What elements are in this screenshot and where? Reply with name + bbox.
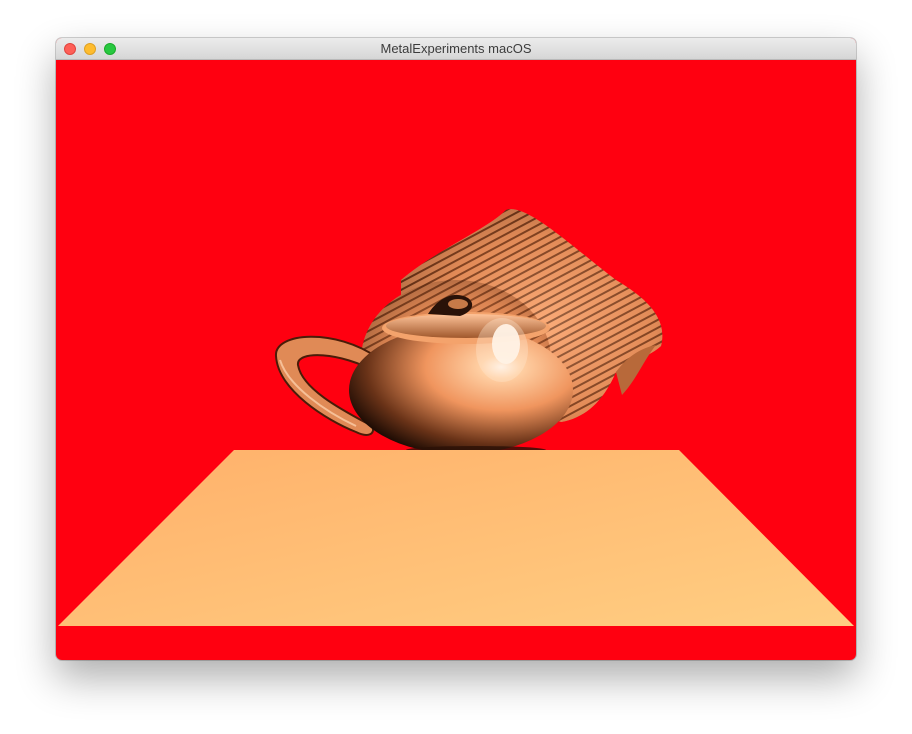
floor-plane xyxy=(58,450,854,626)
title-bar[interactable]: MetalExperiments macOS xyxy=(56,38,856,60)
rendered-scene xyxy=(58,209,854,626)
window-title: MetalExperiments macOS xyxy=(380,41,532,56)
app-window: MetalExperiments macOS xyxy=(56,38,856,660)
metal-render-viewport[interactable] xyxy=(56,60,856,660)
